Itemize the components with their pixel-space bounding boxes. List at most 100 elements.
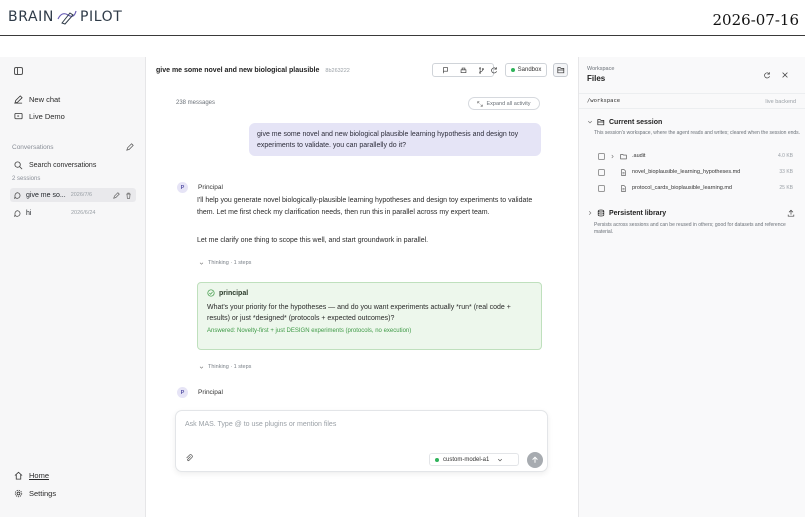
file-checkbox[interactable] [598,168,605,176]
expand-icon [477,100,484,107]
home-link[interactable]: Home [14,471,49,480]
search-label: Search conversations [29,162,97,169]
header-date: 2026-07-16 [712,11,799,29]
trash-icon[interactable] [125,192,132,199]
settings-link[interactable]: Settings [14,489,56,498]
live-demo-button[interactable]: Live Demo [14,112,65,121]
sidebar-toggle-icon[interactable] [14,67,23,75]
agent-avatar: P [177,387,188,398]
workspace-label: Workspace [587,66,615,72]
session-item[interactable]: hi 2026/6/24 [10,206,136,220]
flag-icon[interactable] [442,66,449,74]
message-composer[interactable]: Ask MAS. Type @ to use plugins or mentio… [175,410,548,472]
thinking-toggle[interactable]: Thinking · 1 steps [199,260,251,266]
gear-icon [14,489,23,498]
chat-header: give me some novel and new biological pl… [146,57,578,84]
refresh-icon[interactable] [763,71,771,79]
expand-all-label: Expand all activity [486,100,531,107]
upload-icon[interactable] [787,209,795,217]
model-select[interactable]: custom-model-a1 [429,453,519,466]
thinking-label: Thinking · 1 steps [208,260,252,266]
logo-plane-icon [57,10,77,25]
composer-placeholder[interactable]: Ask MAS. Type @ to use plugins or mentio… [185,421,336,428]
new-chat-button[interactable]: New chat [14,95,60,104]
file-row[interactable]: novel_bioplausible_learning_hypotheses.m… [598,166,793,178]
logo-text-left: BRAIN [8,9,54,25]
sandbox-status-dot [510,68,515,72]
file-icon [621,168,626,176]
conversations-header: Conversations [12,143,134,151]
sidebar: New chat Live Demo Conversations Search … [0,57,146,517]
file-row[interactable]: .audit 4.0 KB [598,150,793,162]
search-icon [14,161,23,170]
top-header: BRAIN PILOT 2026-07-16 [0,0,805,36]
workspace-title: Files [587,74,606,83]
model-status-dot [435,457,439,462]
logo: BRAIN PILOT [8,9,122,25]
rename-icon[interactable] [113,191,120,199]
persistent-library-desc: Persists across sessions and can be reus… [594,222,786,235]
folder-open-icon [597,119,605,126]
clarification-header: principal [207,289,532,297]
agent-message: Let me clarify one thing to scope this w… [197,237,429,244]
chevron-down-icon [587,120,593,124]
clarification-card: principal What's your priority for the h… [197,282,542,350]
home-label: Home [29,471,50,480]
workspace-actions [763,71,789,79]
file-row[interactable]: protocol_cards_bioplausible_learning.md … [598,182,793,194]
new-chat-label: New chat [29,95,61,104]
workspace-panel: Workspace Files /workspace live backend … [578,57,805,517]
chat-id: 8b263222 [325,68,350,74]
file-checkbox[interactable] [598,152,605,160]
chevron-down-icon [498,458,503,461]
agent-name: Principal [198,389,223,396]
print-icon[interactable] [460,67,467,74]
agent-avatar: P [177,182,188,193]
live-demo-label: Live Demo [29,112,65,121]
sandbox-label: Sandbox [517,67,542,73]
user-message: give me some novel and new biological pl… [249,123,541,156]
chevron-right-icon [588,210,592,216]
close-icon[interactable] [781,71,789,79]
clarification-answer: Answered: Novelty-first + just DESIGN ex… [207,328,412,334]
agent-message: I'll help you generate novel biologicall… [197,197,533,216]
folder-open-icon [556,67,564,74]
paperclip-icon[interactable] [185,454,193,462]
demo-icon [14,112,23,120]
agent-name: Principal [198,184,223,191]
messages-count: 238 messages [176,100,216,106]
logo-text-right: PILOT [79,9,123,25]
chevron-down-icon [199,366,204,369]
session-title: give me so... [26,191,66,199]
sessions-count: 2 sessions [12,176,41,182]
session-item[interactable]: give me so... 2026/7/6 [10,188,136,202]
workspace-path-bar: /workspace live backend [579,93,805,109]
persistent-library-header[interactable]: Persistent library [587,209,666,217]
send-button[interactable] [527,452,543,468]
refresh-icon[interactable] [490,66,498,74]
file-checkbox[interactable] [598,184,605,192]
settings-label: Settings [29,489,57,498]
file-size: 25 KB [779,185,793,191]
pencil-icon [14,95,23,104]
sandbox-status[interactable]: Sandbox [505,63,547,77]
thinking-toggle[interactable]: Thinking · 1 steps [199,364,251,370]
edit-icon[interactable] [126,143,134,151]
chat-bubble-icon [14,209,21,217]
folder-icon [620,153,627,159]
chevron-right-icon[interactable] [610,154,615,159]
current-session-header[interactable]: Current session [587,118,662,126]
home-icon [14,471,23,480]
expand-all-button[interactable]: Expand all activity [468,97,540,110]
session-date: 2026/7/6 [70,192,93,198]
backend-status: live backend [765,99,796,105]
file-icon [621,184,626,192]
chat-bubble-icon [14,191,21,199]
branch-icon[interactable] [478,66,485,74]
clarification-title: principal [219,289,249,297]
file-name: novel_bioplausible_learning_hypotheses.m… [632,169,741,175]
session-title: hi [26,209,32,217]
file-size: 33 KB [779,169,793,175]
search-conversations[interactable]: Search conversations [14,161,96,170]
toggle-files-button[interactable] [553,63,568,77]
